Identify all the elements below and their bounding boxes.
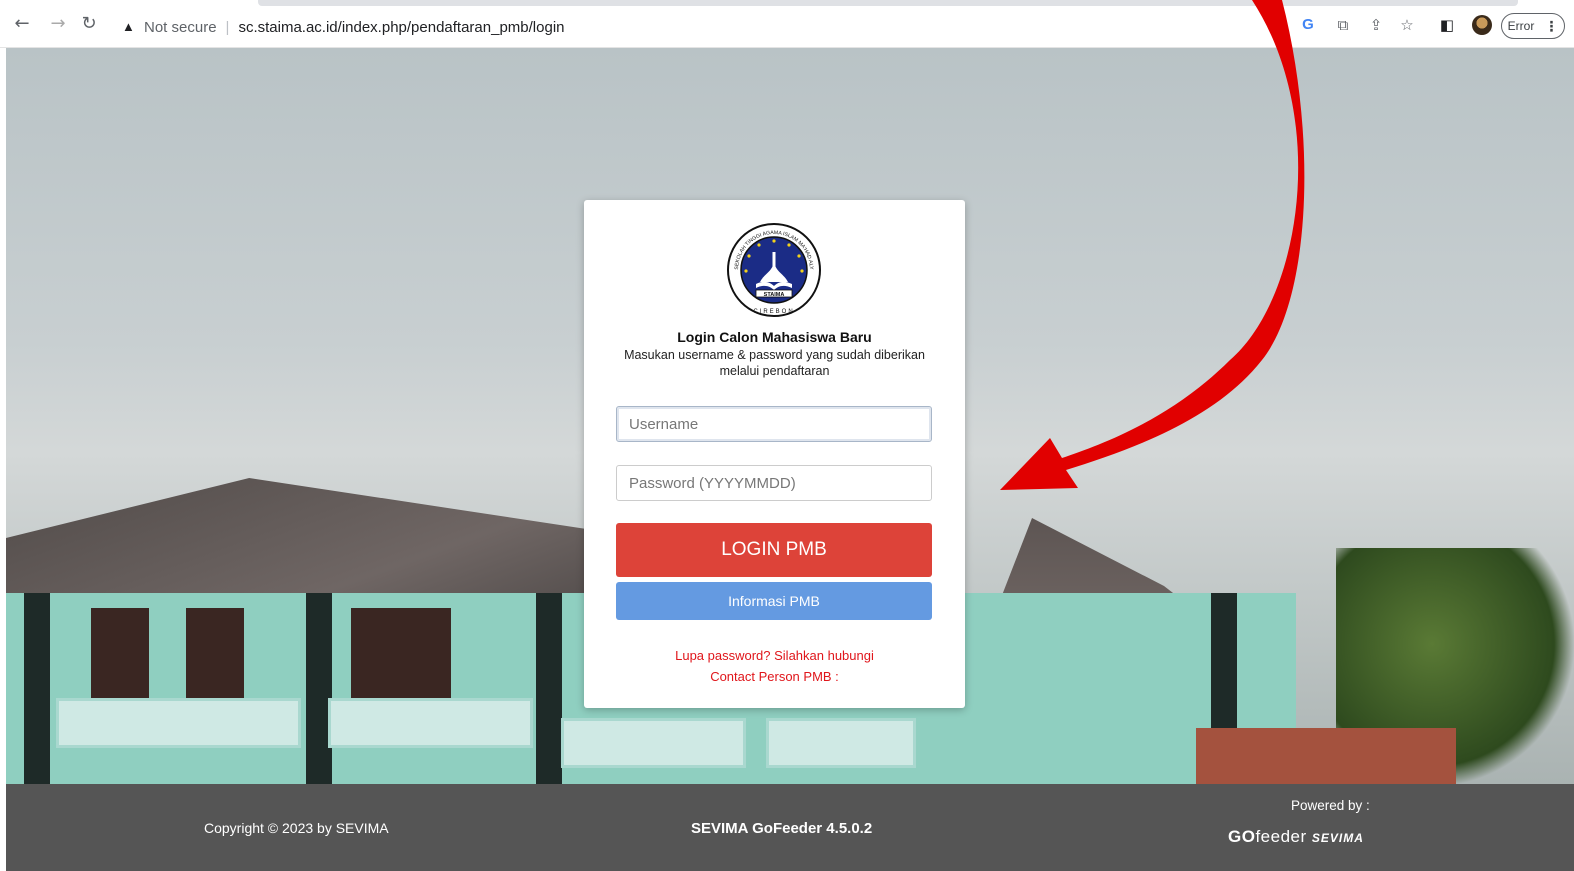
brand-feeder: feeder [1255, 827, 1307, 846]
balcony-rail [328, 698, 533, 748]
back-icon[interactable]: ← [12, 14, 32, 34]
product-version: SEVIMA GoFeeder 4.5.0.2 [691, 820, 873, 837]
login-card: STAIMA CIREBON SEKOLAH TINGGI AGAMA ISLA… [584, 200, 965, 708]
balcony-rail [561, 718, 746, 768]
forgot-password-text: Lupa password? Silahkan hubungi Contact … [584, 645, 965, 687]
browser-toolbar: ← → ↻ ▲ Not secure | sc.staima.ac.id/ind… [0, 0, 1574, 48]
login-pmb-button[interactable]: LOGIN PMB [616, 523, 932, 577]
sidepanel-icon[interactable]: ◧ [1438, 16, 1456, 34]
logo-band-text: STAIMA [764, 292, 785, 298]
brand-sevima: SEVIMA [1311, 831, 1364, 845]
translate-icon[interactable]: ⧉ [1334, 16, 1352, 34]
page-footer: Copyright © 2023 by SEVIMA SEVIMA GoFeed… [6, 784, 1574, 871]
pillar [536, 593, 562, 784]
url-separator: | [225, 18, 230, 36]
tab-strip-edge [258, 0, 1518, 6]
tile-roof [1196, 728, 1456, 784]
username-input[interactable] [616, 406, 932, 442]
url-text[interactable]: sc.staima.ac.id/index.php/pendaftaran_pm… [238, 19, 564, 36]
copyright-text: Copyright © 2023 by SEVIMA [204, 820, 389, 836]
staima-logo: STAIMA CIREBON SEKOLAH TINGGI AGAMA ISLA… [727, 223, 821, 317]
address-bar[interactable]: ▲ Not secure | sc.staima.ac.id/index.php… [112, 12, 1282, 42]
balcony-rail [766, 718, 916, 768]
informasi-pmb-button[interactable]: Informasi PMB [616, 582, 932, 620]
login-title: Login Calon Mahasiswa Baru [677, 329, 872, 345]
forward-icon[interactable]: → [48, 14, 68, 34]
share-icon[interactable]: ⇪ [1367, 16, 1385, 34]
error-button[interactable]: Error ⋮ [1501, 13, 1565, 39]
powered-by-label: Powered by : [1291, 798, 1370, 813]
logo-bottom-text: CIREBON [753, 309, 794, 315]
profile-avatar[interactable] [1472, 15, 1492, 35]
brand-go: GO [1228, 827, 1256, 846]
warning-icon: ▲ [122, 19, 135, 34]
contact-person-link[interactable]: Contact Person PMB : [584, 666, 965, 687]
pillar [306, 593, 332, 784]
password-input[interactable] [616, 465, 932, 501]
gofeeder-sevima-logo[interactable]: GOfeeder SEVIMA [1228, 827, 1364, 847]
google-icon[interactable]: G [1299, 16, 1317, 34]
balcony-rail [56, 698, 301, 748]
pillar [24, 593, 50, 784]
error-label: Error [1507, 19, 1535, 33]
forgot-line-1: Lupa password? Silahkan hubungi [675, 648, 874, 663]
more-vert-icon: ⋮ [1544, 17, 1559, 34]
not-secure-label[interactable]: Not secure [144, 19, 217, 36]
star-icon[interactable]: ☆ [1398, 16, 1416, 34]
login-subtitle: Masukan username & password yang sudah d… [624, 348, 925, 378]
reload-icon[interactable]: ↻ [79, 14, 99, 34]
